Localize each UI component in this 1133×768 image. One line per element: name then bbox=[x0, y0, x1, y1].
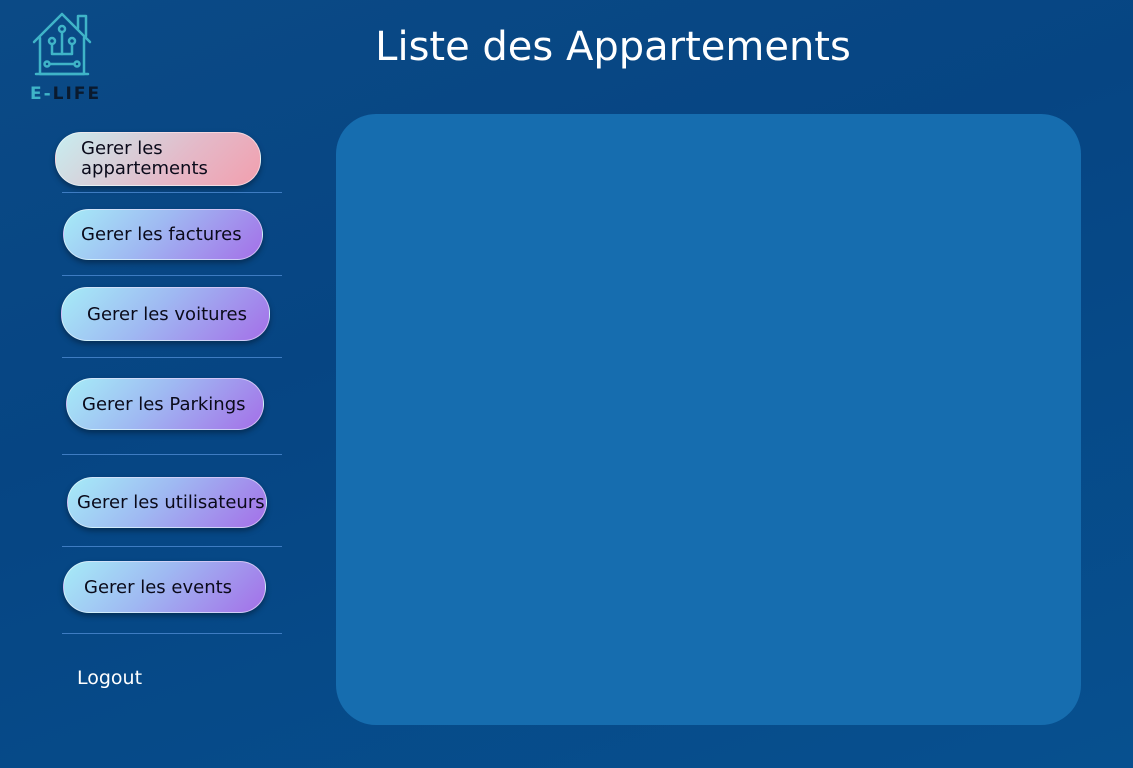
logo-wordmark-prefix: E- bbox=[30, 84, 53, 104]
nav-button-label: Gerer les factures bbox=[81, 224, 242, 245]
sidebar-divider bbox=[62, 546, 282, 547]
nav-button-label: Gerer les Parkings bbox=[82, 393, 246, 415]
nav-button-voitures[interactable]: Gerer les voitures bbox=[61, 287, 270, 341]
nav-button-utilisateurs[interactable]: Gerer les utilisateurs bbox=[67, 477, 267, 528]
nav-button-appartements-line1: Gerer les bbox=[81, 138, 163, 159]
smart-home-icon bbox=[32, 12, 92, 76]
nav-button-appartements[interactable]: Gerer les appartements bbox=[55, 132, 261, 186]
nav-button-label: Gerer les voitures bbox=[87, 303, 247, 325]
nav-button-label: Gerer les events bbox=[84, 576, 233, 598]
nav-button-label: Gerer les utilisateurs bbox=[77, 492, 265, 513]
logo-wordmark: E-LIFE bbox=[30, 84, 101, 104]
nav-button-factures[interactable]: Gerer les factures bbox=[63, 209, 263, 260]
nav-button-parkings[interactable]: Gerer les Parkings bbox=[66, 378, 264, 430]
nav-button-appartements-line2: appartements bbox=[81, 158, 208, 179]
nav-button-events[interactable]: Gerer les events bbox=[63, 561, 266, 613]
sidebar-divider bbox=[62, 192, 282, 193]
page-title: Liste des Appartements bbox=[375, 24, 851, 70]
logout-link[interactable]: Logout bbox=[77, 667, 142, 689]
sidebar-divider bbox=[62, 357, 282, 358]
sidebar-divider bbox=[62, 454, 282, 455]
sidebar-divider bbox=[62, 275, 282, 276]
sidebar-divider bbox=[62, 633, 282, 634]
appartements-list-panel bbox=[336, 114, 1081, 725]
app-logo: E-LIFE bbox=[28, 8, 102, 106]
logo-wordmark-name: LIFE bbox=[52, 84, 102, 104]
